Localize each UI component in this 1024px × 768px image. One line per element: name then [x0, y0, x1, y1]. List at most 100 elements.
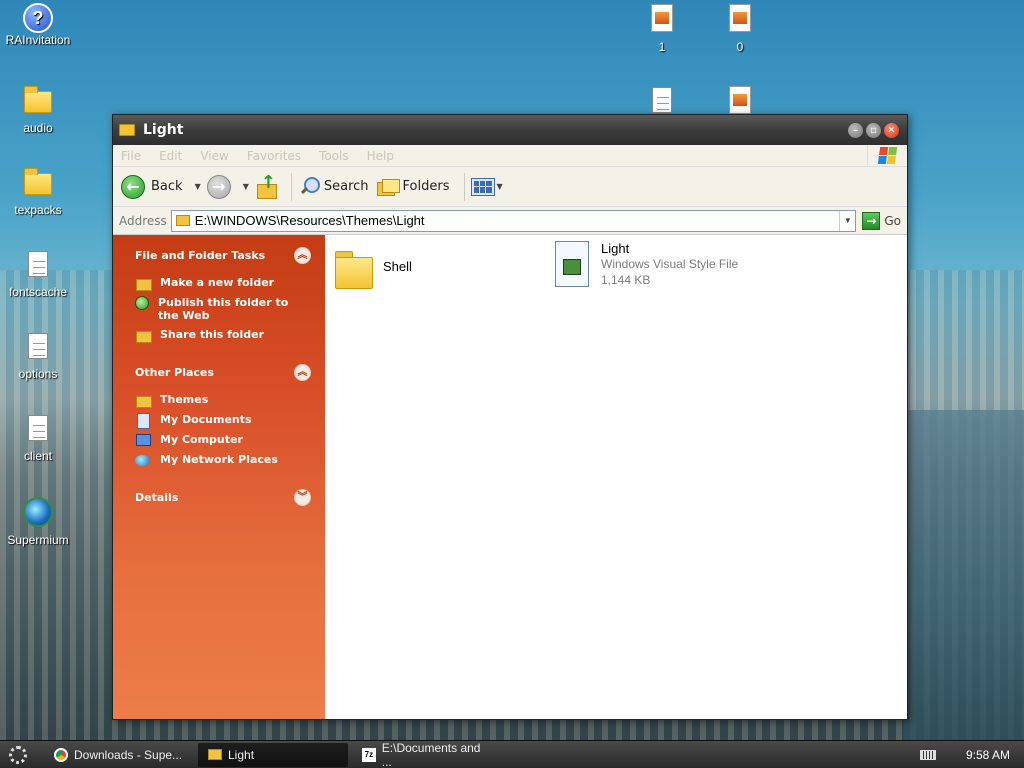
address-bar: Address E:\WINDOWS\Resources\Themes\Ligh… — [113, 207, 907, 235]
search-button[interactable]: Search — [298, 176, 369, 198]
keyboard-icon[interactable] — [919, 749, 936, 760]
file-size: 1,144 KB — [601, 273, 651, 287]
desktop-icon-image[interactable] — [702, 84, 778, 114]
windows-logo-icon — [867, 144, 907, 167]
close-button[interactable]: ✕ — [884, 122, 899, 138]
title-bar[interactable]: Light – ▫ ✕ — [113, 115, 907, 145]
desktop-icon-document[interactable] — [624, 84, 700, 113]
address-dropdown-chevron-icon[interactable]: ▼ — [839, 210, 855, 231]
other-places-section: Other Places ︽ Themes My Documents My Co… — [135, 364, 311, 467]
share-folder-icon — [135, 328, 152, 343]
desktop-icon-label: client — [23, 449, 52, 463]
desktop-icon-options[interactable]: options — [0, 330, 76, 381]
desktop-icon-supermium[interactable]: Supermium — [0, 496, 76, 547]
desktop-icon-rainvitation[interactable]: ? RAInvitation — [0, 2, 76, 47]
folder-icon — [335, 251, 373, 289]
views-button[interactable]: ▼ — [470, 177, 509, 196]
section-header[interactable]: Other Places ︽ — [135, 364, 311, 381]
browser-icon — [54, 747, 68, 762]
maximize-button[interactable]: ▫ — [866, 122, 881, 138]
taskbar-task-light[interactable]: Light — [198, 742, 348, 767]
desktop-icon-label: 0 — [736, 40, 744, 54]
file-name: Light — [601, 241, 630, 256]
desktop-icon-label: fontscache — [8, 285, 68, 299]
section-title: Other Places — [135, 366, 214, 379]
image-file-icon — [729, 86, 751, 114]
go-button[interactable]: → Go — [862, 211, 901, 230]
section-header[interactable]: Details ︾ — [135, 489, 311, 506]
globe-icon — [23, 497, 53, 527]
task-label: Publish this folder to the Web — [158, 296, 289, 322]
task-label: Make a new folder — [160, 276, 275, 289]
menu-edit[interactable]: Edit — [159, 149, 182, 163]
menu-bar: File Edit View Favorites Tools Help — [113, 144, 907, 167]
folder-icon — [208, 749, 222, 760]
place-my-documents[interactable]: My Documents — [135, 413, 311, 429]
document-icon — [28, 333, 48, 359]
forward-arrow-icon: → — [206, 174, 231, 199]
document-icon — [28, 415, 48, 441]
help-icon: ? — [23, 3, 53, 33]
forward-dropdown-chevron-icon[interactable]: ▼ — [243, 182, 249, 191]
menu-file[interactable]: File — [121, 149, 141, 163]
menu-view[interactable]: View — [200, 149, 228, 163]
taskbar-task-downloads[interactable]: Downloads - Supe... — [44, 743, 194, 767]
minimize-button[interactable]: – — [848, 122, 863, 138]
desktop-icon-label: 1 — [658, 40, 666, 54]
image-file-icon — [651, 4, 673, 32]
up-folder-button[interactable] — [255, 172, 277, 199]
folder-icon — [119, 124, 135, 136]
collapse-chevron-icon[interactable]: ︽ — [294, 364, 311, 381]
views-icon — [470, 177, 495, 196]
file-type: Windows Visual Style File — [601, 257, 739, 271]
collapse-chevron-icon[interactable]: ︽ — [294, 247, 311, 264]
document-icon — [652, 87, 672, 113]
task-publish-to-web[interactable]: Publish this folder to the Web — [135, 296, 311, 322]
desktop-icon-audio[interactable]: audio — [0, 86, 76, 135]
go-label: Go — [884, 213, 901, 228]
file-item-folder-shell[interactable]: Shell — [335, 247, 412, 289]
desktop-icon-label: audio — [23, 121, 53, 135]
menu-favorites[interactable]: Favorites — [247, 149, 301, 163]
back-button[interactable]: ← Back — [121, 174, 183, 199]
place-label: My Computer — [160, 433, 243, 446]
place-themes[interactable]: Themes — [135, 393, 311, 408]
place-my-network-places[interactable]: My Network Places — [135, 453, 311, 467]
my-computer-icon — [135, 433, 151, 447]
new-folder-icon — [135, 276, 152, 291]
desktop-icon-file-0[interactable]: 0 — [702, 2, 778, 54]
place-my-computer[interactable]: My Computer — [135, 433, 311, 447]
start-button[interactable] — [0, 741, 36, 768]
desktop-icon-client[interactable]: client — [0, 412, 76, 463]
network-places-icon — [135, 453, 151, 467]
back-arrow-icon: ← — [121, 174, 145, 199]
task-pane: File and Folder Tasks ︽ Make a new folde… — [113, 235, 325, 719]
window-body: File and Folder Tasks ︽ Make a new folde… — [113, 235, 907, 719]
details-section: Details ︾ — [135, 489, 311, 506]
task-make-new-folder[interactable]: Make a new folder — [135, 276, 311, 291]
toolbar-separator — [290, 172, 292, 201]
expand-chevron-icon[interactable]: ︾ — [294, 489, 311, 506]
desktop-icon-file-1[interactable]: 1 — [624, 2, 700, 54]
folders-button[interactable]: Folders — [376, 178, 450, 196]
section-header[interactable]: File and Folder Tasks ︽ — [135, 247, 311, 264]
section-title: File and Folder Tasks — [135, 249, 266, 262]
desktop-icon-texpacks[interactable]: texpacks — [0, 168, 76, 217]
task-label: Share this folder — [160, 328, 265, 341]
menu-tools[interactable]: Tools — [319, 149, 349, 163]
back-dropdown-chevron-icon[interactable]: ▼ — [195, 182, 201, 191]
folders-icon — [376, 178, 400, 196]
clock[interactable]: 9:58 AM — [966, 748, 1010, 762]
address-input[interactable]: E:\WINDOWS\Resources\Themes\Light ▼ — [170, 209, 857, 232]
up-folder-icon — [255, 172, 277, 199]
task-label: Light — [228, 747, 255, 762]
task-share-folder[interactable]: Share this folder — [135, 328, 311, 343]
file-item-msstyles-light[interactable]: Light Windows Visual Style File 1,144 KB — [555, 241, 738, 288]
folder-icon — [135, 393, 152, 408]
desktop-icon-label: options — [18, 367, 58, 381]
forward-button[interactable]: → — [206, 174, 231, 199]
taskbar-task-documents[interactable]: 7z E:\Documents and ... — [352, 741, 502, 768]
desktop-icon-fontscache[interactable]: fontscache — [0, 248, 76, 299]
menu-help[interactable]: Help — [367, 149, 394, 163]
place-label: My Documents — [160, 413, 252, 426]
